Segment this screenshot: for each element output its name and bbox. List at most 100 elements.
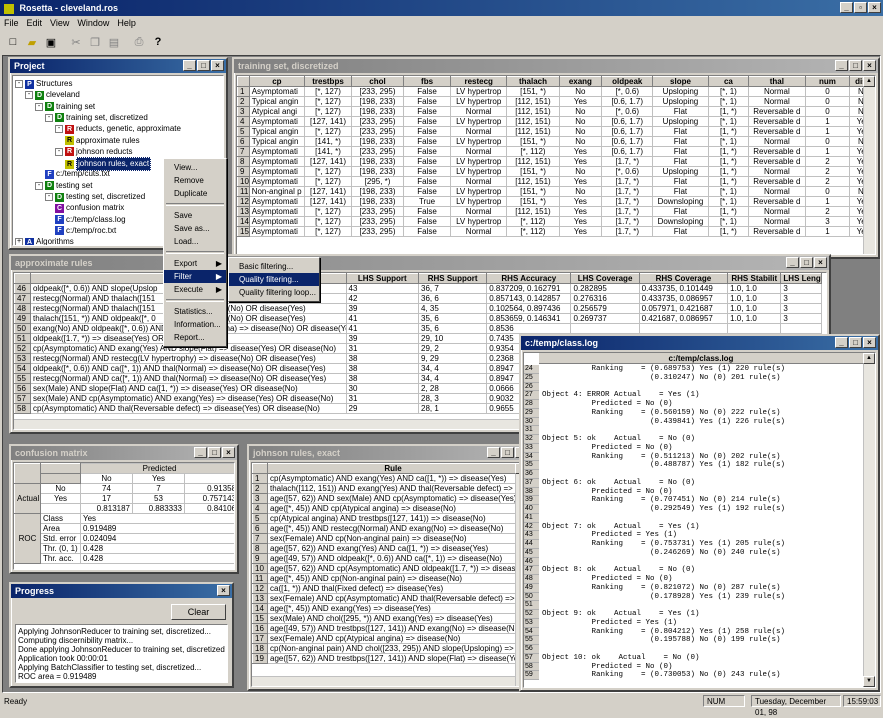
paste-icon[interactable]: ▤ (105, 33, 123, 51)
minimize-icon[interactable]: _ (183, 60, 196, 71)
column-header[interactable]: ca (707, 76, 750, 87)
column-header[interactable]: LHS Coverage (570, 273, 640, 284)
column-header[interactable]: RHS Accuracy (486, 273, 572, 284)
training-set-grid[interactable]: cp trestbps chol fbs restecg thalach exang oldp… (236, 75, 876, 255)
close-icon[interactable]: × (222, 447, 235, 458)
table-row[interactable]: 5 cp(Atypical angina) AND trestbps([127, … (252, 513, 519, 524)
maximize-icon[interactable]: □ (208, 447, 221, 458)
table-row[interactable]: 9 Asymptomati [*, 127) [198, 233) False LV hy… (237, 166, 875, 177)
table-row[interactable]: 7 sex(Female) AND cp(Non-anginal pain) =>… (252, 533, 519, 544)
horizontal-scrollbar[interactable] (252, 676, 515, 686)
collapse-icon[interactable]: - (45, 113, 53, 122)
new-icon[interactable]: □ (4, 33, 22, 51)
context-menu-item[interactable]: Export ▶ (164, 257, 226, 270)
column-header[interactable]: trestbps (304, 76, 352, 87)
column-header[interactable]: RHS Stabilit (727, 273, 782, 284)
collapse-icon[interactable]: - (35, 102, 43, 111)
close-icon[interactable]: × (868, 2, 881, 13)
collapse-icon[interactable]: - (55, 147, 63, 156)
column-header[interactable]: thal (748, 76, 806, 87)
context-menu-item[interactable]: Load... (164, 235, 226, 248)
training-table[interactable]: cp trestbps chol fbs restecg thalach exang oldp… (237, 76, 875, 237)
maximize-icon[interactable]: □ (800, 257, 813, 268)
clear-button[interactable]: Clear (171, 604, 226, 620)
column-header[interactable]: RHS Coverage (638, 273, 729, 284)
vertical-scrollbar[interactable]: ▲ (863, 76, 875, 254)
minimize-icon[interactable]: _ (835, 60, 848, 71)
scroll-up-icon[interactable]: ▲ (863, 353, 875, 364)
table-row[interactable]: 48 restecg(Normal) AND thalach([151 => dis… (14, 303, 822, 314)
column-header[interactable]: exang (558, 76, 603, 87)
maximize-icon[interactable]: □ (849, 60, 862, 71)
table-row[interactable]: 14 Asymptomati [*, 127) [233, 295) False LV h… (237, 216, 875, 227)
column-header[interactable]: LHS Leng (780, 273, 822, 284)
table-row[interactable]: 13 sex(Female) AND cp(Asymptomatic) AND t… (252, 593, 519, 604)
submenu-item[interactable]: Quality filtering... (229, 273, 319, 286)
maximize-icon[interactable]: □ (849, 337, 862, 348)
menu-edit[interactable]: Edit (23, 16, 47, 31)
context-menu-item[interactable]: Save (164, 209, 226, 222)
column-header[interactable]: RHS Support (418, 273, 488, 284)
table-row[interactable]: 5 Typical angin [*, 127) [233, 295) False Nor… (237, 126, 875, 137)
tree-node[interactable]: - P Structures (15, 78, 72, 90)
table-row[interactable]: 1 Asymptomati [*, 127) [233, 295) False LV hy… (237, 86, 875, 97)
tree-node[interactable]: - Dtesting set, discretized (45, 191, 145, 203)
cut-icon[interactable]: ✂ (67, 33, 85, 51)
tree-node[interactable]: Rapproximate rules (65, 135, 140, 147)
table-row[interactable]: 3 age([57, 62)) AND sex(Male) AND cp(Asym… (252, 493, 519, 504)
collapse-icon[interactable]: - (15, 80, 23, 88)
table-row[interactable]: 16 age([49, 57)) AND trestbps([127, 141))… (252, 623, 519, 634)
restore-icon[interactable]: ▫ (854, 2, 867, 13)
submenu-item[interactable]: Basic filtering... (229, 260, 319, 273)
table-row[interactable]: 11 Non-anginal p [127, 141) [198, 233) False… (237, 186, 875, 197)
column-header[interactable]: cp (248, 76, 306, 87)
submenu-item[interactable]: Quality filtering loop... (229, 286, 319, 299)
menu-help[interactable]: Help (113, 16, 140, 31)
table-row[interactable]: 47 restecg(Normal) AND thalach([151 42 36, … (14, 293, 822, 304)
scroll-up-icon[interactable]: ▲ (863, 76, 875, 87)
tree-node[interactable]: - Dtraining set, discretized (45, 112, 148, 124)
menu-window[interactable]: Window (73, 16, 113, 31)
print-icon[interactable]: ⎙ (130, 33, 148, 51)
open-folder-icon[interactable]: ▰ (23, 33, 41, 51)
table-row[interactable]: 46 oldpeak([*, 0.6)) AND slope(Upslop 43 36… (14, 283, 822, 294)
tree-node[interactable]: Fc:/temp/roc.txt (55, 225, 116, 237)
column-header[interactable]: slope (652, 76, 709, 87)
collapse-icon[interactable]: - (45, 193, 53, 201)
table-row[interactable]: 49 thalach([151, *)) AND oldpeak([*, 0 => … (14, 313, 822, 324)
vertical-scrollbar[interactable]: ▲ ▼ (863, 353, 875, 687)
minimize-icon[interactable]: _ (835, 337, 848, 348)
tree-node[interactable]: - Rjohnson reducts (55, 146, 132, 158)
table-row[interactable]: 17 sex(Female) AND cp(Atypical angina) =>… (252, 633, 519, 644)
close-icon[interactable]: × (217, 585, 230, 596)
table-row[interactable]: 8 age([57, 62)) AND exang(Yes) AND ca([1,… (252, 543, 519, 554)
context-menu-item[interactable]: Filter ▶ (164, 270, 226, 283)
close-icon[interactable]: × (863, 337, 876, 348)
tree-node[interactable]: Fc:/temp/cuts.txt (45, 168, 110, 180)
table-row[interactable]: 9 age([49, 57)) AND oldpeak([*, 0.6)) AND… (252, 553, 519, 564)
table-row[interactable]: 19 age([57, 62)) AND trestbps([127, 141))… (252, 653, 519, 664)
tree-node[interactable]: - Dtesting set (35, 180, 92, 192)
tree-node[interactable]: - Dtraining set (35, 101, 95, 113)
minimize-icon[interactable]: _ (840, 2, 853, 13)
minimize-icon[interactable]: _ (487, 447, 500, 458)
maximize-icon[interactable]: □ (197, 60, 210, 71)
table-row[interactable]: 15 Asymptomati [*, 127) [233, 295) False Norm… (237, 226, 875, 237)
table-row[interactable]: 4 age([*, 45)) AND cp(Atypical angina) =>… (252, 503, 519, 514)
collapse-icon[interactable]: - (25, 91, 33, 100)
johnson-table[interactable]: Rule 1 cp(Asymptomatic) AND exang(Yes) AN… (252, 463, 519, 664)
close-icon[interactable]: × (863, 60, 876, 71)
table-row[interactable]: 2 Typical angin [*, 127) [198, 233) False LV … (237, 96, 875, 107)
column-header[interactable]: oldpeak (601, 76, 654, 87)
tree-node[interactable]: - Dcleveland (25, 89, 80, 101)
close-icon[interactable]: × (814, 257, 827, 268)
menu-view[interactable]: View (46, 16, 73, 31)
table-row[interactable]: 18 cp(Non-anginal pain) AND chol([233, 29… (252, 643, 519, 654)
column-header[interactable]: chol (350, 76, 405, 87)
table-row[interactable]: 14 age([*, 45)) AND exang(Yes) => disease… (252, 603, 519, 614)
johnson-grid[interactable]: Rule 1 cp(Asymptomatic) AND exang(Yes) AN… (251, 462, 528, 687)
column-header[interactable]: LHS Support (345, 273, 420, 284)
help-icon[interactable]: ? (149, 33, 167, 51)
column-header[interactable]: thalach (506, 76, 560, 87)
save-icon[interactable]: ▣ (42, 33, 60, 51)
